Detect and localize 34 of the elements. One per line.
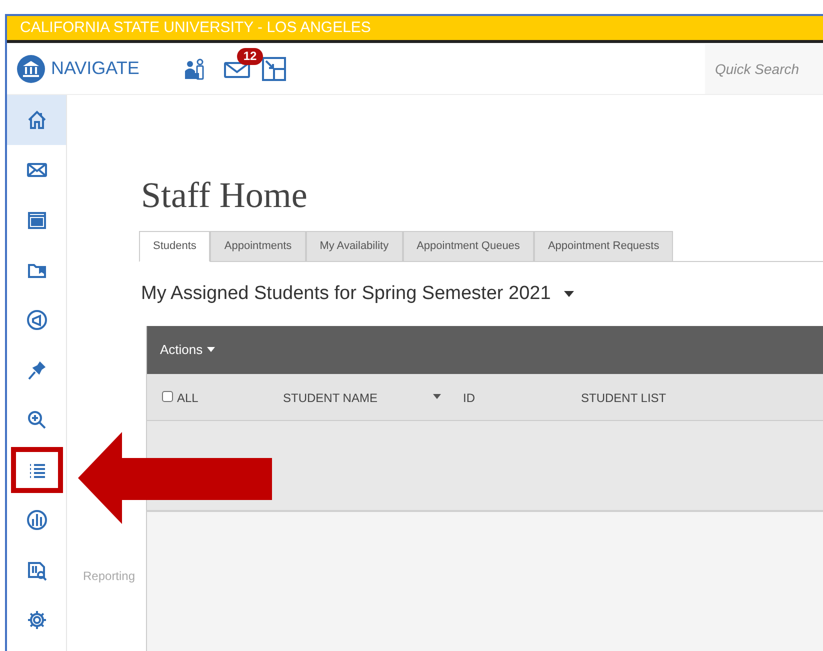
megaphone-icon[interactable] bbox=[26, 309, 48, 331]
sort-caret-icon[interactable] bbox=[433, 394, 441, 399]
page-title: Staff Home bbox=[141, 174, 308, 217]
sidebar-item[interactable] bbox=[7, 95, 66, 145]
settings-icon[interactable] bbox=[26, 609, 48, 631]
pin-icon[interactable] bbox=[26, 359, 48, 381]
select-all-checkbox[interactable] bbox=[162, 391, 173, 402]
column-header[interactable]: STUDENT NAME bbox=[283, 386, 378, 406]
tab[interactable]: Appointments bbox=[210, 231, 306, 262]
home-icon[interactable] bbox=[26, 109, 48, 131]
caret-icon[interactable] bbox=[562, 291, 575, 298]
resize-icon[interactable] bbox=[262, 56, 286, 80]
zoom-in-icon[interactable] bbox=[26, 409, 48, 431]
brand-name[interactable]: NAVIGATE bbox=[51, 55, 140, 82]
actions-menu-button[interactable]: Actions bbox=[160, 340, 215, 360]
tab[interactable]: Appointment Requests bbox=[534, 231, 674, 262]
column-header[interactable]: STUDENT LIST bbox=[581, 386, 666, 406]
calendar-icon[interactable] bbox=[26, 209, 48, 231]
column-header[interactable]: ID bbox=[463, 386, 475, 406]
quick-search-field[interactable]: Quick Search bbox=[705, 44, 823, 94]
tooltip-text: Reporting bbox=[83, 568, 136, 585]
tab[interactable]: Students bbox=[139, 231, 210, 262]
people-icon[interactable] bbox=[184, 58, 206, 80]
report-icon[interactable] bbox=[26, 559, 48, 581]
mail-icon[interactable] bbox=[224, 60, 250, 78]
subtitle: My Assigned Students for Spring Semester 2021 bbox=[141, 282, 551, 306]
unread-count-badge: 12 bbox=[237, 48, 263, 64]
university-banner: CALIFORNIA STATE UNIVERSITY - LOS ANGELES bbox=[7, 16, 823, 43]
chart-icon[interactable] bbox=[26, 509, 48, 531]
caret-icon bbox=[206, 347, 215, 352]
column-header[interactable]: ALL bbox=[177, 386, 198, 406]
building-icon[interactable] bbox=[17, 54, 45, 82]
tab[interactable]: Appointment Queues bbox=[402, 231, 534, 262]
tab[interactable]: My Availability bbox=[306, 231, 403, 262]
